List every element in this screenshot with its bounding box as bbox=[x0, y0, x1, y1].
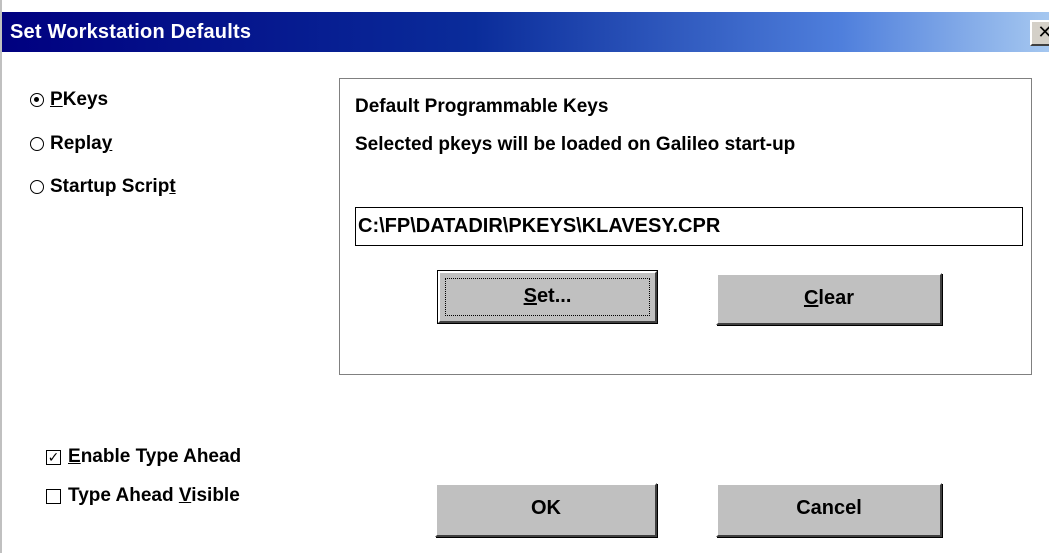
enable-type-ahead-checkbox[interactable]: ✓ Enable Type Ahead bbox=[46, 443, 241, 471]
type-ahead-visible-label: Type Ahead Visible bbox=[68, 485, 240, 506]
clear-button-label: Clear bbox=[803, 287, 855, 309]
radio-label-pkeys: PKeys bbox=[50, 89, 109, 110]
ok-button[interactable]: OK bbox=[435, 483, 657, 537]
radio-replay[interactable]: Replay bbox=[30, 130, 112, 158]
radio-button[interactable] bbox=[30, 180, 44, 194]
radio-pkeys[interactable]: PKeys bbox=[30, 86, 108, 114]
cancel-button-label: Cancel bbox=[796, 497, 862, 519]
group-description: Selected pkeys will be loaded on Galileo… bbox=[355, 134, 796, 155]
ok-button-label: OK bbox=[531, 497, 561, 519]
set-button[interactable]: Set... bbox=[437, 270, 658, 324]
window-title: Set Workstation Defaults bbox=[10, 21, 252, 43]
radio-label-startup-script: Startup Script bbox=[50, 176, 176, 197]
checkbox-unchecked[interactable] bbox=[46, 488, 61, 504]
checkmark-icon: ✓ bbox=[47, 448, 60, 465]
set-workstation-defaults-dialog: Set Workstation Defaults ✕ PKeys Replay … bbox=[0, 0, 1049, 553]
type-ahead-visible-checkbox[interactable]: Type Ahead Visible bbox=[46, 482, 240, 510]
pkeys-path-field[interactable]: C:\FP\DATADIR\PKEYS\KLAVESY.CPR bbox=[355, 207, 1023, 246]
clear-button[interactable]: Clear bbox=[716, 273, 942, 325]
radio-label-replay: Replay bbox=[50, 133, 113, 154]
radio-button[interactable] bbox=[30, 137, 44, 151]
radio-button-checked[interactable] bbox=[30, 93, 44, 107]
set-button-label: Set... bbox=[523, 285, 572, 307]
cancel-button[interactable]: Cancel bbox=[716, 483, 942, 537]
title-bar[interactable]: Set Workstation Defaults ✕ bbox=[2, 12, 1049, 52]
radio-startup-script[interactable]: Startup Script bbox=[30, 173, 176, 201]
group-heading: Default Programmable Keys bbox=[355, 96, 609, 117]
close-button[interactable]: ✕ bbox=[1030, 20, 1049, 46]
checkbox-checked[interactable]: ✓ bbox=[46, 448, 61, 465]
enable-type-ahead-label: Enable Type Ahead bbox=[68, 446, 242, 467]
close-icon: ✕ bbox=[1037, 22, 1049, 42]
